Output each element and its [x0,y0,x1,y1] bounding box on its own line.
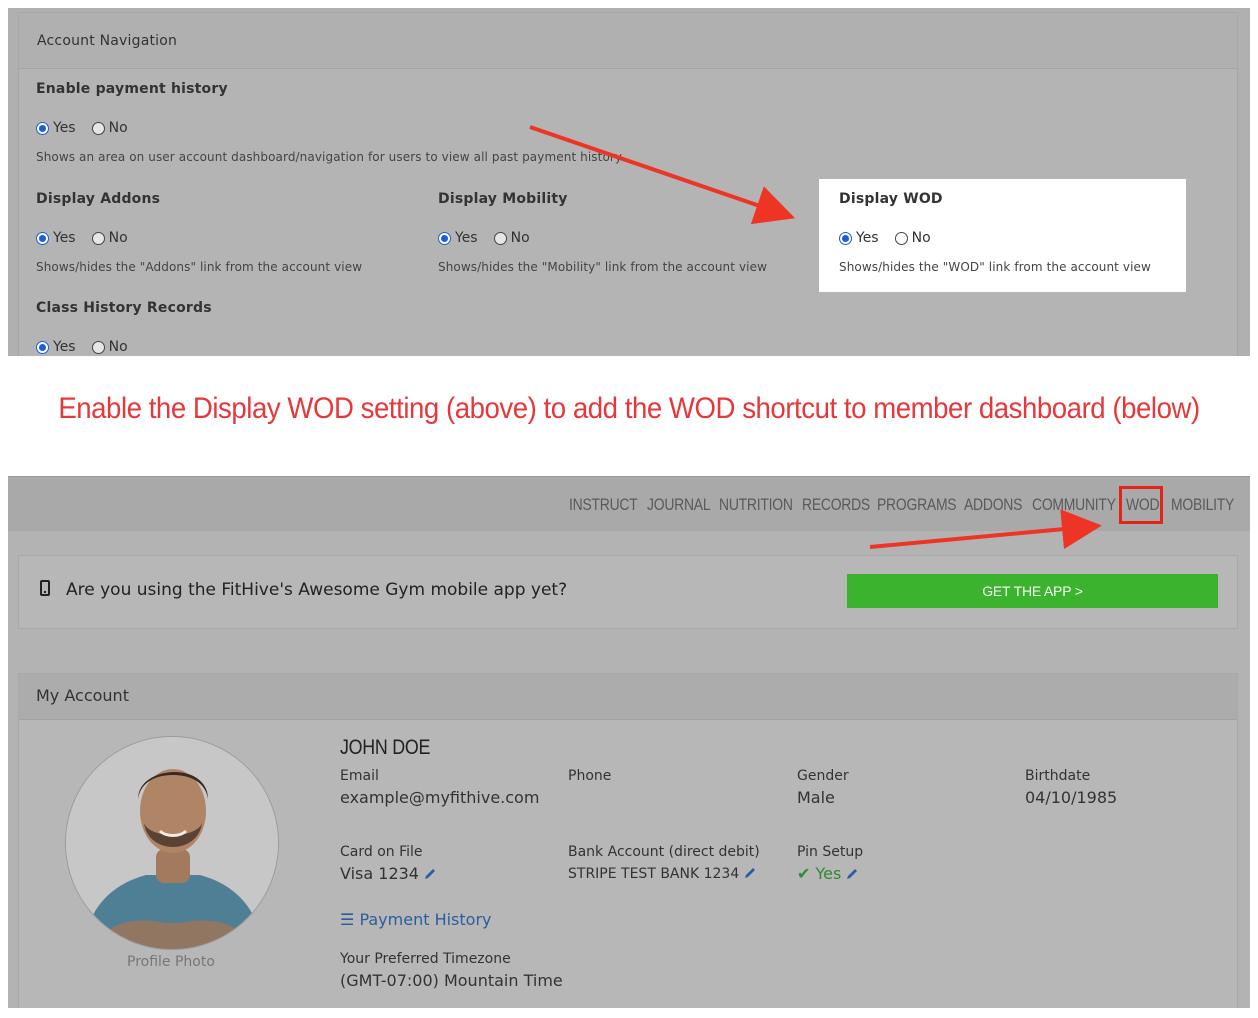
arrow-to-display-wod [529,125,796,225]
annotation-arrows [529,125,1102,550]
arrow-to-wod-nav [869,509,1102,550]
